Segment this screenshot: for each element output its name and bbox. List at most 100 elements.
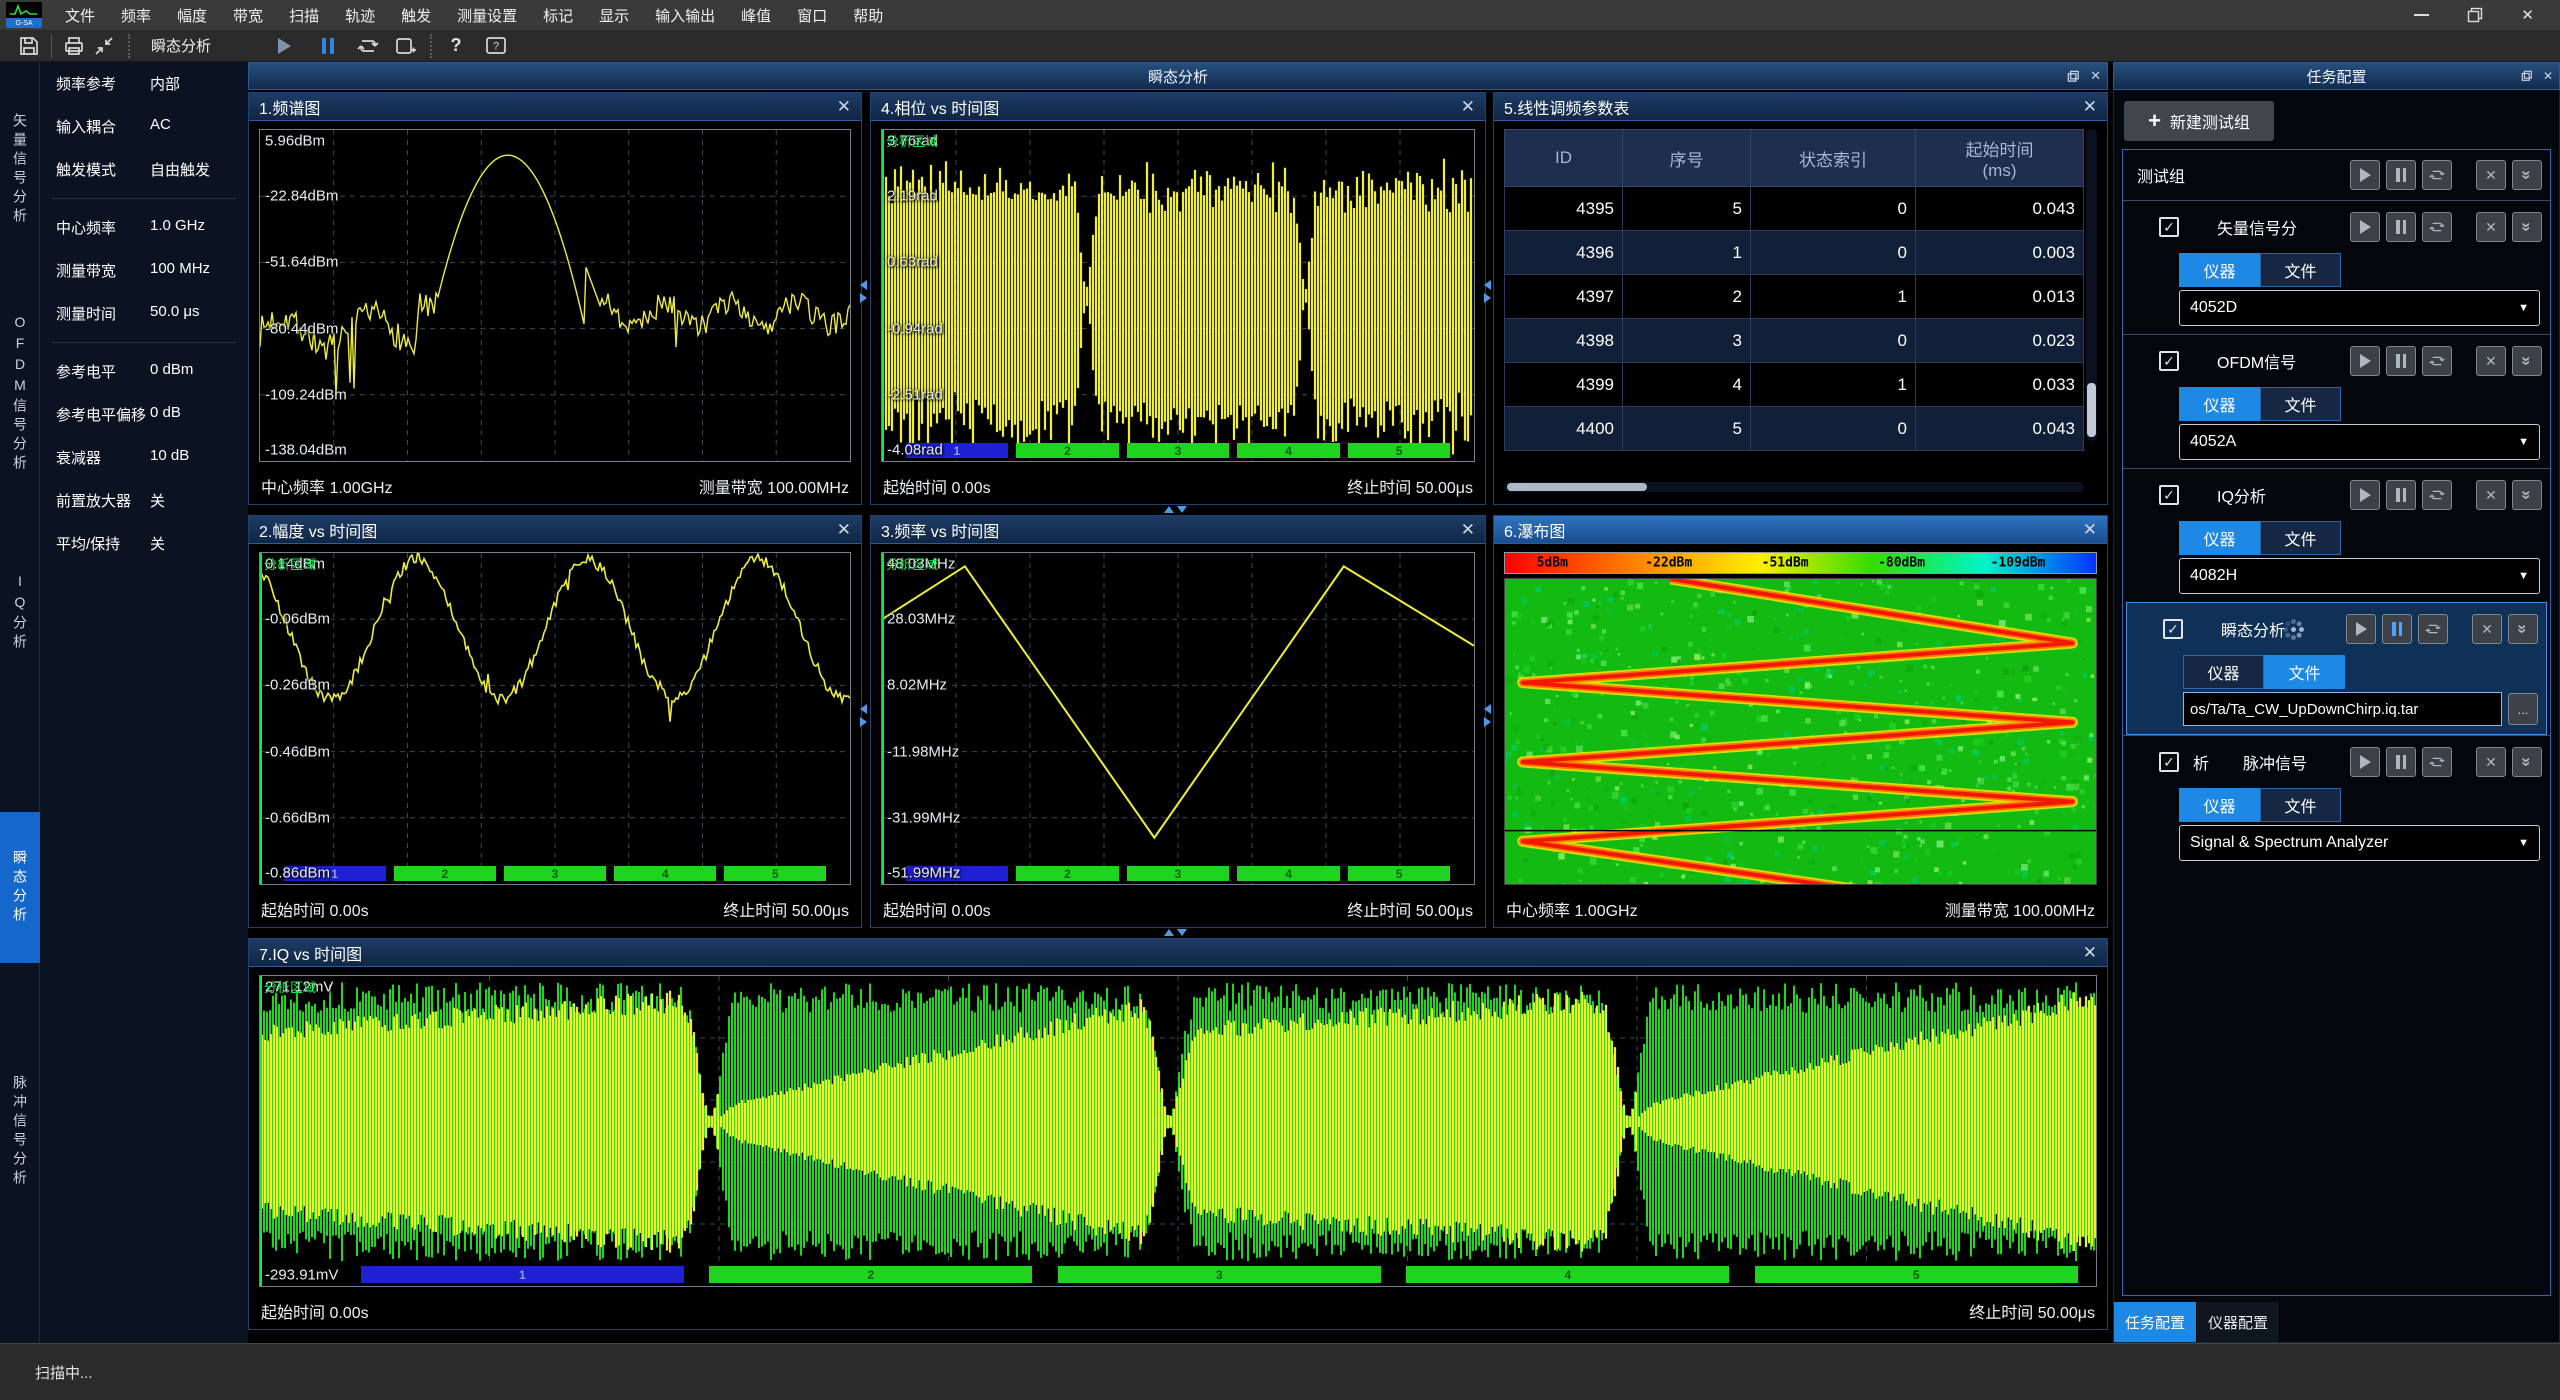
minimize-icon[interactable] <box>2414 14 2429 16</box>
workspace-titlebar[interactable]: 瞬态分析 ✕ <box>248 62 2108 90</box>
restore-icon[interactable] <box>2467 7 2483 23</box>
file-tab[interactable]: 文件 <box>2264 655 2345 689</box>
pause-button[interactable] <box>2382 614 2412 644</box>
panel-phase-titlebar[interactable]: 4.相位 vs 时间图✕ <box>871 93 1485 121</box>
sidebar-tab-3[interactable]: IQ分析 <box>0 558 40 668</box>
panel-amplitude-titlebar[interactable]: 2.幅度 vs 时间图✕ <box>249 516 861 544</box>
param-参考电平[interactable]: 参考电平0 dBm <box>40 350 248 393</box>
menu-item-7[interactable]: 触发 <box>388 5 444 26</box>
loop-button[interactable] <box>2422 747 2452 777</box>
pause-button[interactable] <box>2386 747 2416 777</box>
close-icon[interactable]: ✕ <box>2083 97 2097 117</box>
file-tab[interactable]: 文件 <box>2260 387 2341 421</box>
pause-button[interactable] <box>2386 212 2416 242</box>
table-row[interactable]: 4396100.003 <box>1505 231 2084 275</box>
menu-item-11[interactable]: 输入输出 <box>642 5 728 26</box>
close-icon[interactable]: ✕ <box>2521 6 2534 24</box>
close-button[interactable]: ✕ <box>2476 346 2506 376</box>
panel-frequency-titlebar[interactable]: 3.频率 vs 时间图✕ <box>871 516 1485 544</box>
new-window-button[interactable] <box>391 33 421 59</box>
instrument-tab[interactable]: 仪器 <box>2179 387 2260 421</box>
instrument-tab[interactable]: 仪器 <box>2179 521 2260 555</box>
file-tab[interactable]: 文件 <box>2260 521 2341 555</box>
task-item-header[interactable]: ✓IQ分析✕» <box>2123 471 2550 519</box>
splitter-handle[interactable] <box>1160 503 1190 515</box>
panel-iq-titlebar[interactable]: 7.IQ vs 时间图✕ <box>249 939 2107 967</box>
loop-button[interactable] <box>2422 346 2452 376</box>
device-dropdown[interactable]: 4052D▼ <box>2179 290 2540 326</box>
splitter-handle[interactable] <box>1481 276 1493 306</box>
menu-item-1[interactable]: 文件 <box>52 5 108 26</box>
checkbox[interactable]: ✓ <box>2159 351 2179 371</box>
play-button[interactable] <box>2350 480 2380 510</box>
panel-waterfall-titlebar[interactable]: 6.瀑布图✕ <box>1494 516 2107 544</box>
table-row[interactable]: 4398300.023 <box>1505 319 2084 363</box>
instrument-tab[interactable]: 仪器 <box>2179 788 2260 822</box>
task-item-header[interactable]: ✓OFDM信号✕» <box>2123 337 2550 385</box>
menu-item-9[interactable]: 标记 <box>530 5 586 26</box>
param-平均/保持[interactable]: 平均/保持关 <box>40 522 248 565</box>
task-item-header[interactable]: ✓析脉冲信号✕» <box>2123 738 2550 786</box>
play-button[interactable] <box>2350 160 2380 190</box>
column-header[interactable]: 序号 <box>1623 130 1751 187</box>
float-icon[interactable] <box>2521 70 2533 82</box>
loop-button[interactable] <box>353 33 383 59</box>
param-测量时间[interactable]: 测量时间50.0 μs <box>40 292 248 335</box>
new-test-group-button[interactable]: +新建测试组 <box>2124 101 2274 141</box>
close-icon[interactable]: ✕ <box>2090 68 2101 84</box>
dock-tab-1[interactable]: 任务配置 <box>2114 1302 2197 1342</box>
loop-button[interactable] <box>2422 212 2452 242</box>
close-icon[interactable]: ✕ <box>1461 520 1475 540</box>
pause-button[interactable] <box>2386 160 2416 190</box>
checkbox[interactable]: ✓ <box>2163 619 2183 639</box>
instrument-tab[interactable]: 仪器 <box>2179 253 2260 287</box>
file-path-input[interactable]: os/Ta/Ta_CW_UpDownChirp.iq.tar <box>2183 692 2502 726</box>
task-item-header[interactable]: ✓瞬态分析✕» <box>2127 605 2546 653</box>
save-icon[interactable] <box>14 33 44 59</box>
collapse-button[interactable]: » <box>2512 747 2542 777</box>
menu-item-12[interactable]: 峰值 <box>728 5 784 26</box>
file-tab[interactable]: 文件 <box>2260 788 2341 822</box>
play-button[interactable] <box>2346 614 2376 644</box>
play-button[interactable] <box>2350 747 2380 777</box>
close-icon[interactable]: ✕ <box>837 520 851 540</box>
param-衰减器[interactable]: 衰减器10 dB <box>40 436 248 479</box>
loop-button[interactable] <box>2422 160 2452 190</box>
close-button[interactable]: ✕ <box>2476 747 2506 777</box>
collapse-button[interactable]: » <box>2512 346 2542 376</box>
collapse-button[interactable]: » <box>2508 614 2538 644</box>
play-button[interactable] <box>2350 212 2380 242</box>
param-频率参考[interactable]: 频率参考内部 <box>40 62 248 105</box>
param-前置放大器[interactable]: 前置放大器关 <box>40 479 248 522</box>
close-icon[interactable]: ✕ <box>1461 97 1475 117</box>
device-dropdown[interactable]: 4082H▼ <box>2179 558 2540 594</box>
play-button[interactable] <box>269 33 299 59</box>
dock-tab-2[interactable]: 仪器配置 <box>2197 1302 2280 1342</box>
pause-button[interactable] <box>2386 346 2416 376</box>
column-header[interactable]: ID <box>1505 130 1623 187</box>
loop-button[interactable] <box>2422 480 2452 510</box>
task-item-header[interactable]: ✓矢量信号分✕» <box>2123 203 2550 251</box>
splitter-handle[interactable] <box>857 700 869 730</box>
horizontal-scrollbar[interactable] <box>1504 482 2084 492</box>
menu-item-13[interactable]: 窗口 <box>784 5 840 26</box>
panel-spectrum-titlebar[interactable]: 1.频谱图✕ <box>249 93 861 121</box>
table-row[interactable]: 4400500.043 <box>1505 407 2084 451</box>
checkbox[interactable]: ✓ <box>2159 217 2179 237</box>
param-参考电平偏移[interactable]: 参考电平偏移0 dB <box>40 393 248 436</box>
print-icon[interactable] <box>59 33 89 59</box>
collapse-button[interactable]: » <box>2512 160 2542 190</box>
param-测量带宽[interactable]: 测量带宽100 MHz <box>40 249 248 292</box>
collapse-button[interactable]: » <box>2512 480 2542 510</box>
close-button[interactable]: ✕ <box>2476 212 2506 242</box>
help-icon[interactable]: ? <box>441 33 471 59</box>
checkbox[interactable]: ✓ <box>2159 485 2179 505</box>
column-header[interactable]: 起始时间(ms) <box>1916 130 2084 187</box>
vertical-scrollbar[interactable] <box>2086 129 2097 441</box>
test-group-header[interactable]: 测试组✕» <box>2123 150 2550 200</box>
pause-button[interactable] <box>2386 480 2416 510</box>
param-触发模式[interactable]: 触发模式自由触发 <box>40 148 248 191</box>
menu-item-6[interactable]: 轨迹 <box>332 5 388 26</box>
device-dropdown[interactable]: 4052A▼ <box>2179 424 2540 460</box>
table-row[interactable]: 4395500.043 <box>1505 187 2084 231</box>
